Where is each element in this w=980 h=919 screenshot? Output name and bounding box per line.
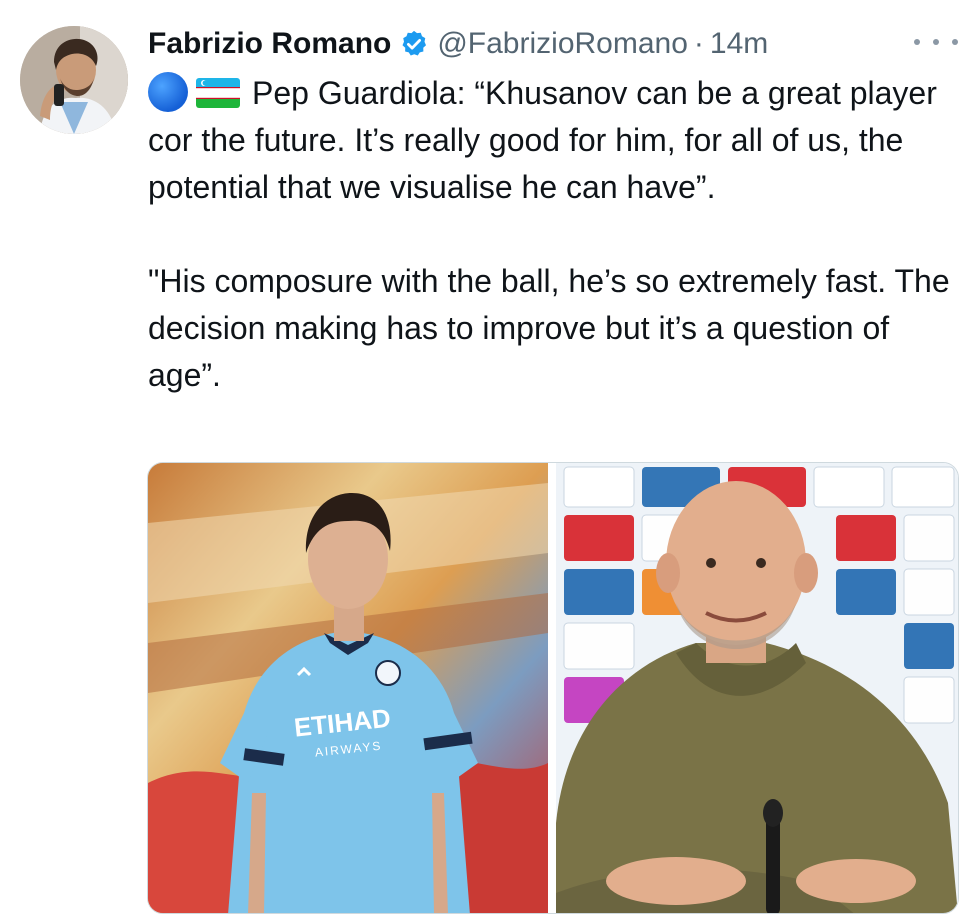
avatar[interactable] [20,26,128,134]
author-handle[interactable]: @FabrizioRomano [437,27,688,61]
tweet-timestamp[interactable]: 14m [710,27,768,61]
media-divider [548,463,556,913]
author-name[interactable]: Fabrizio Romano [148,27,391,61]
media-grid: ETIHAD AIRWAYS [147,462,959,914]
uzbekistan-flag-emoji-icon [196,78,240,108]
tweet-paragraph-1: Pep Guardiola: “Khusanov can be a great … [148,70,958,211]
tweet-text: Pep Guardiola: “Khusanov can be a great … [148,70,958,399]
tweet-paragraph-1-text: Pep Guardiola: “Khusanov can be a great … [148,75,937,205]
guardiola-photo[interactable] [556,463,958,913]
header-separator: · [693,27,704,60]
blue-circle-emoji-icon [148,72,188,112]
tweet-paragraph-2: "His composure with the ball, he’s so ex… [148,263,950,393]
tweet: Fabrizio Romano @FabrizioRomano · 14m Pe… [0,0,980,919]
more-options-icon[interactable] [914,30,958,54]
khusanov-photo[interactable]: ETIHAD AIRWAYS [148,463,548,913]
avatar-photo [20,26,128,134]
verified-badge-icon [399,29,429,59]
tweet-header: Fabrizio Romano @FabrizioRomano · 14m [148,26,768,62]
